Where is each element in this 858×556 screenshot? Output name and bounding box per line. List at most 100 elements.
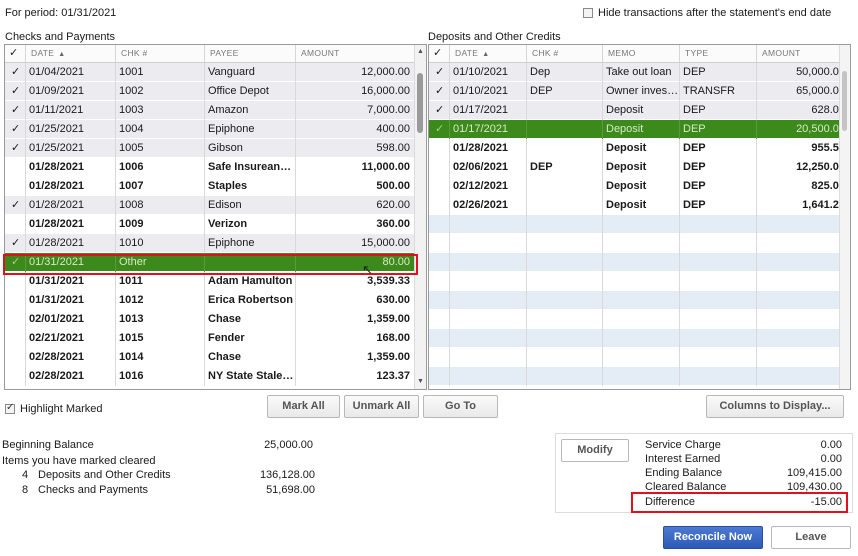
leave-button[interactable]: Leave [771,526,851,549]
cleared-mark-cell[interactable] [5,367,26,386]
check-row[interactable]: 02/01/2021 1013 Chase 1,359.00 [5,310,426,329]
deposit-type-cell: DEP [680,177,757,196]
checks-amount-column-header[interactable]: AMOUNT [296,45,415,62]
check-row[interactable]: 01/28/2021 1007 Staples 500.00 [5,177,426,196]
checks-date-header-label: DATE [31,48,55,58]
check-row[interactable]: ✓ 01/09/2021 1002 Office Depot 16,000.00 [5,82,426,101]
deposits-mark-column-header[interactable]: ✓ [429,45,450,62]
highlight-marked-checkbox[interactable] [5,402,15,414]
deposits-table[interactable]: ✓ DATE ▲ CHK # MEMO TYPE AMOUNT ✓ 01/10/20… [428,44,851,390]
check-row[interactable]: ✓ 01/25/2021 1005 Gibson 598.00 [5,139,426,158]
checks-date-column-header[interactable]: DATE ▲ [26,45,116,62]
empty-cell [680,291,757,310]
cleared-mark-cell[interactable] [429,139,450,158]
cleared-mark-cell[interactable] [5,177,26,196]
cleared-mark-cell[interactable]: ✓ [5,196,26,215]
cleared-mark-cell[interactable]: ✓ [429,63,450,82]
checks-mark-column-header[interactable]: ✓ [5,45,26,62]
check-row[interactable]: ✓ 01/28/2021 1008 Edison 620.00 [5,196,426,215]
deposit-amount-cell: 12,250.00 [757,158,850,177]
deposit-amount-cell: 20,500.00 [757,120,850,139]
deposit-row[interactable]: ✓ 01/17/2021 Deposit DEP 628.00 [429,101,850,120]
deposit-amount-cell: 628.00 [757,101,850,120]
check-row[interactable]: 02/28/2021 1014 Chase 1,359.00 [5,348,426,367]
checks-scroll-thumb[interactable] [417,73,423,133]
check-row[interactable]: 02/21/2021 1015 Fender 168.00 [5,329,426,348]
cleared-mark-cell[interactable] [429,177,450,196]
scroll-up-icon[interactable]: ▲ [415,46,426,58]
empty-cell [527,272,603,291]
cleared-mark-cell[interactable]: ✓ [5,234,26,253]
check-row[interactable]: 01/28/2021 1006 Safe Insureance... 11,000.0… [5,158,426,177]
deposits-date-column-header[interactable]: DATE ▲ [450,45,527,62]
checks-panel-title: Checks and Payments [5,31,116,43]
cleared-mark-cell[interactable]: ✓ [5,120,26,139]
cleared-mark-cell[interactable]: ✓ [429,82,450,101]
reconcile-now-button[interactable]: Reconcile Now [663,526,763,549]
go-to-button[interactable]: Go To [423,395,498,418]
deposit-row[interactable]: ✓ 01/17/2021 Deposit DEP 20,500.00 [429,120,850,139]
cleared-mark-cell[interactable]: ✓ [429,120,450,139]
cleared-mark-cell[interactable] [429,196,450,215]
deposits-scrollbar[interactable] [839,45,850,389]
empty-cell [527,329,603,348]
deposits-amount-column-header[interactable]: AMOUNT [757,45,850,62]
check-date-cell: 02/28/2021 [26,367,116,386]
unmark-all-button[interactable]: Unmark All [344,395,419,418]
cleared-mark-cell[interactable] [5,348,26,367]
check-payee-cell: NY State Stales ... [205,367,296,386]
cleared-mark-cell[interactable]: ✓ [5,139,26,158]
highlight-marked-option[interactable]: Highlight Marked [5,402,103,415]
deposit-row[interactable]: 02/12/2021 Deposit DEP 825.00 [429,177,850,196]
deposits-chk-column-header[interactable]: CHK # [527,45,603,62]
check-row[interactable]: 02/28/2021 1016 NY State Stales ... 123.37 [5,367,426,386]
check-number-cell: 1001 [116,63,205,82]
empty-cell [680,215,757,234]
cleared-mark-cell[interactable] [5,329,26,348]
check-row[interactable]: ✓ 01/11/2021 1003 Amazon 7,000.00 [5,101,426,120]
deposit-row[interactable]: ✓ 01/10/2021 DEP Owner invest... TRANSFR 65,0… [429,82,850,101]
deposits-type-column-header[interactable]: TYPE [680,45,757,62]
cleared-mark-cell[interactable] [5,310,26,329]
modify-button[interactable]: Modify [561,439,629,462]
check-row[interactable]: 01/28/2021 1009 Verizon 360.00 [5,215,426,234]
check-date-cell: 02/01/2021 [26,310,116,329]
cleared-mark-cell[interactable] [5,158,26,177]
cleared-mark-cell[interactable]: ✓ [5,82,26,101]
mark-all-button[interactable]: Mark All [267,395,340,418]
cleared-mark-cell[interactable] [429,158,450,177]
cleared-mark-cell[interactable]: ✓ [5,101,26,120]
empty-cell [527,253,603,272]
deposit-amount-cell: 1,641.27 [757,196,850,215]
deposit-row[interactable]: ✓ 01/10/2021 Dep Take out loan DEP 50,000.00 [429,63,850,82]
deposit-row[interactable]: 02/06/2021 DEP Deposit DEP 12,250.00 [429,158,850,177]
checks-table[interactable]: ✓ DATE ▲ CHK # PAYEE AMOUNT ✓ 01/04/2021 10… [4,44,427,390]
deposit-row[interactable]: 01/28/2021 Deposit DEP 955.50 [429,139,850,158]
cleared-mark-cell[interactable]: ✓ [429,101,450,120]
deposit-row[interactable]: 02/26/2021 Deposit DEP 1,641.27 [429,196,850,215]
check-row[interactable]: ✓ 01/25/2021 1004 Epiphone 400.00 [5,120,426,139]
empty-cell [603,234,680,253]
hide-after-end-date-option[interactable]: Hide transactions after the statement's … [583,7,831,19]
check-payee-cell: Office Depot [205,82,296,101]
scroll-down-icon[interactable]: ▼ [415,376,426,388]
check-row[interactable]: 01/31/2021 1012 Erica Robertson 630.00 [5,291,426,310]
check-row[interactable]: ✓ 01/04/2021 1001 Vanguard 12,000.00 [5,63,426,82]
hide-after-end-date-checkbox[interactable] [583,8,593,18]
empty-cell [757,291,850,310]
deposits-memo-column-header[interactable]: MEMO [603,45,680,62]
empty-cell [450,348,527,367]
check-row[interactable]: ✓ 01/28/2021 1010 Epiphone 15,000.00 [5,234,426,253]
cleared-mark-cell[interactable]: ✓ [5,63,26,82]
columns-to-display-button[interactable]: Columns to Display... [706,395,844,418]
cleared-mark-cell[interactable] [5,291,26,310]
check-number-cell: 1002 [116,82,205,101]
ending-balance-value: 109,415.00 [786,467,842,479]
checks-chk-column-header[interactable]: CHK # [116,45,205,62]
check-payee-cell: Epiphone [205,120,296,139]
hide-after-end-date-label: Hide transactions after the statement's … [598,7,832,19]
checks-scrollbar[interactable]: ▲ ▼ [414,45,426,389]
deposits-scroll-thumb[interactable] [842,71,847,131]
checks-payee-column-header[interactable]: PAYEE [205,45,296,62]
cleared-mark-cell[interactable] [5,215,26,234]
